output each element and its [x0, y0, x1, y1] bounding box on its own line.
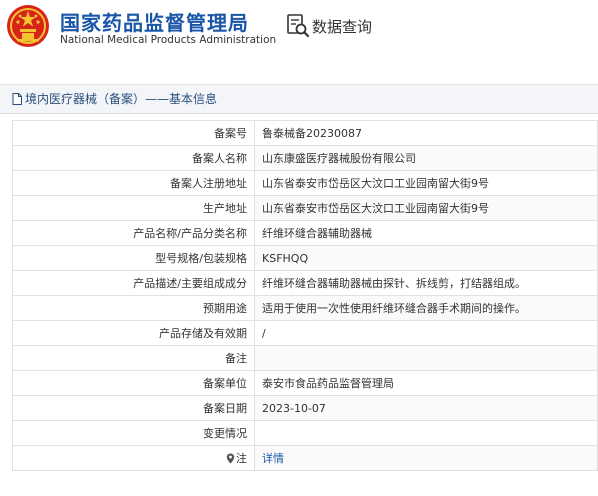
document-icon: [12, 93, 22, 105]
table-row: 产品存储及有效期 /: [12, 320, 598, 346]
table-row: 备注: [12, 345, 598, 371]
table-row: 备案人注册地址 山东省泰安市岱岳区大汶口工业园南留大街9号: [12, 170, 598, 196]
detail-link[interactable]: 详情: [262, 452, 284, 465]
field-value: 纤维环缝合器辅助器械由探针、拆线剪，打结器组成。: [254, 270, 598, 296]
field-value: 适用于使用一次性使用纤维环缝合器手术期间的操作。: [254, 295, 598, 321]
field-value: 鲁泰械备20230087: [254, 120, 598, 146]
field-label: 备案日期: [12, 395, 255, 421]
section-title-bar: 境内医疗器械（备案）——基本信息: [0, 85, 598, 114]
field-label: 生产地址: [12, 195, 255, 221]
note-value-cell: 详情: [254, 445, 598, 471]
field-label: 产品描述/主要组成成分: [12, 270, 255, 296]
table-row: 产品名称/产品分类名称 纤维环缝合器辅助器械: [12, 220, 598, 246]
field-value: 山东省泰安市岱岳区大汶口工业园南留大街9号: [254, 195, 598, 221]
table-row: 预期用途 适用于使用一次性使用纤维环缝合器手术期间的操作。: [12, 295, 598, 321]
field-label: 备案人名称: [12, 145, 255, 171]
field-value: 山东康盛医疗器械股份有限公司: [254, 145, 598, 171]
field-label: 备案人注册地址: [12, 170, 255, 196]
agency-name-cn: 国家药品监督管理局: [60, 11, 249, 35]
section-title: 境内医疗器械（备案）——基本信息: [25, 92, 218, 106]
field-label: 预期用途: [12, 295, 255, 321]
table-row: 型号规格/包装规格 KSFHQQ: [12, 245, 598, 271]
field-label: 产品存储及有效期: [12, 320, 255, 346]
field-value: [254, 420, 598, 446]
table-row: 生产地址 山东省泰安市岱岳区大汶口工业园南留大街9号: [12, 195, 598, 221]
table-row: 备案单位 泰安市食品药品监督管理局: [12, 370, 598, 396]
agency-name-en: National Medical Products Administration: [60, 34, 277, 46]
field-label: 产品名称/产品分类名称: [12, 220, 255, 246]
header-divider: [0, 60, 598, 85]
field-label: 备案号: [12, 120, 255, 146]
note-label-cell: 注: [12, 445, 255, 471]
data-query-title: 数据查询: [312, 18, 373, 36]
field-label: 备注: [12, 345, 255, 371]
field-value: 2023-10-07: [254, 395, 598, 421]
field-value: /: [254, 320, 598, 346]
national-emblem-icon: [7, 5, 49, 47]
location-pin-icon: [226, 453, 235, 464]
field-label: 型号规格/包装规格: [12, 245, 255, 271]
table-row: 产品描述/主要组成成分 纤维环缝合器辅助器械由探针、拆线剪，打结器组成。: [12, 270, 598, 296]
field-value: KSFHQQ: [254, 245, 598, 271]
record-detail-table: 备案号 鲁泰械备20230087 备案人名称 山东康盛医疗器械股份有限公司 备案…: [12, 120, 598, 471]
note-label: 注: [236, 452, 247, 465]
field-value: [254, 345, 598, 371]
field-label: 变更情况: [12, 420, 255, 446]
table-row: 备案号 鲁泰械备20230087: [12, 120, 598, 146]
site-header: 国家药品监督管理局 National Medical Products Admi…: [0, 0, 598, 60]
magnifier-document-icon: [287, 14, 310, 38]
field-value: 山东省泰安市岱岳区大汶口工业园南留大街9号: [254, 170, 598, 196]
field-value: 纤维环缝合器辅助器械: [254, 220, 598, 246]
field-label: 备案单位: [12, 370, 255, 396]
table-row: 变更情况: [12, 420, 598, 446]
table-row: 备案日期 2023-10-07: [12, 395, 598, 421]
field-value: 泰安市食品药品监督管理局: [254, 370, 598, 396]
table-row-note: 注 详情: [12, 445, 598, 471]
table-row: 备案人名称 山东康盛医疗器械股份有限公司: [12, 145, 598, 171]
